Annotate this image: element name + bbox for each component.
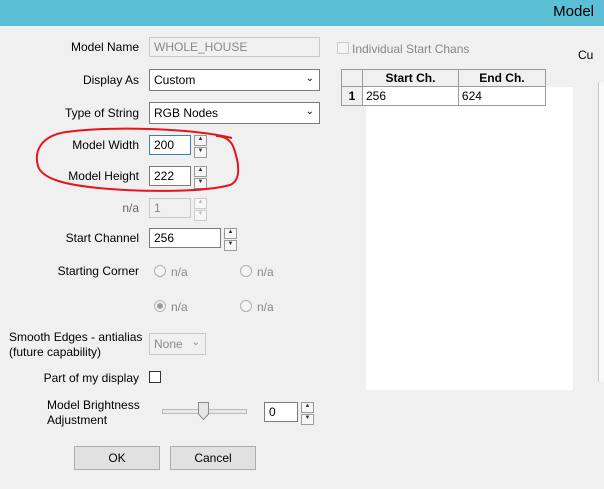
chevron-down-icon: ⌄ <box>305 73 314 84</box>
grid-header-row: Start Ch. End Ch. <box>341 69 547 87</box>
brightness-label: Model Brightness <box>47 398 140 412</box>
grid-header-end[interactable]: End Ch. <box>457 69 547 87</box>
brightness-input[interactable]: 0 <box>264 402 298 422</box>
grid-corner[interactable] <box>341 69 363 87</box>
corner-radio-label: n/a <box>171 265 188 279</box>
corner-radio-bottom-right[interactable] <box>240 300 252 312</box>
display-as-label: Display As <box>82 73 139 87</box>
cancel-button[interactable]: Cancel <box>170 446 256 470</box>
right-panel-edge <box>598 82 604 382</box>
corner-radio-label: n/a <box>257 265 274 279</box>
title-bar: Model <box>0 0 604 26</box>
individual-start-chans-label: Individual Start Chans <box>352 42 470 56</box>
smooth-edges-select: None ⌄ <box>149 333 206 355</box>
chevron-down-icon: ⌄ <box>305 106 314 117</box>
type-of-string-label: Type of String <box>64 106 139 120</box>
chevron-down-icon: ⌄ <box>191 337 200 348</box>
annotation-circle <box>35 127 240 192</box>
start-channel-label: Start Channel <box>65 231 139 245</box>
spin-down-icon[interactable]: ▼ <box>301 414 314 425</box>
na-input: 1 <box>149 198 191 218</box>
display-as-select[interactable]: Custom ⌄ <box>149 69 320 91</box>
right-panel-label: Cu <box>578 48 594 62</box>
part-of-display-label: Part of my display <box>43 371 139 385</box>
grid-row-header[interactable]: 1 <box>341 86 363 106</box>
table-row: 1 256 624 <box>341 86 547 106</box>
type-of-string-select[interactable]: RGB Nodes ⌄ <box>149 102 320 124</box>
brightness-slider-thumb[interactable] <box>198 402 209 420</box>
na-label: n/a <box>122 201 139 215</box>
start-channel-spinner[interactable]: ▲ ▼ <box>224 228 237 251</box>
corner-radio-top-left[interactable] <box>154 265 166 277</box>
model-name-input[interactable]: WHOLE_HOUSE <box>149 37 320 57</box>
window-title: Model <box>553 3 594 20</box>
corner-radio-bottom-left[interactable] <box>154 300 166 312</box>
corner-radio-label: n/a <box>257 300 274 314</box>
brightness-sublabel: Adjustment <box>47 413 108 427</box>
grid-header-start[interactable]: Start Ch. <box>362 69 459 87</box>
channels-grid[interactable]: Start Ch. End Ch. 1 256 624 <box>341 69 547 106</box>
spin-up-icon[interactable]: ▲ <box>224 228 237 239</box>
smooth-edges-sublabel: (future capability) <box>9 345 102 359</box>
start-channel-input[interactable]: 256 <box>149 228 221 248</box>
smooth-edges-value: None <box>154 337 183 351</box>
starting-corner-label: Starting Corner <box>57 264 139 278</box>
na-spinner: ▲ ▼ <box>194 198 207 221</box>
part-of-display-checkbox[interactable] <box>149 371 161 383</box>
spin-down-icon: ▼ <box>194 210 207 221</box>
corner-radio-top-right[interactable] <box>240 265 252 277</box>
model-name-label: Model Name <box>70 40 139 54</box>
smooth-edges-label: Smooth Edges - antialias <box>9 330 143 344</box>
type-of-string-value: RGB Nodes <box>154 106 219 120</box>
grid-cell-start[interactable]: 256 <box>362 86 459 106</box>
individual-start-chans-checkbox <box>337 42 349 54</box>
corner-radio-label: n/a <box>171 300 188 314</box>
ok-button[interactable]: OK <box>74 446 160 470</box>
spin-up-icon[interactable]: ▲ <box>301 402 314 413</box>
brightness-spinner[interactable]: ▲ ▼ <box>301 402 314 425</box>
grid-background <box>366 87 573 390</box>
display-as-value: Custom <box>154 73 196 87</box>
spin-down-icon[interactable]: ▼ <box>224 240 237 251</box>
grid-cell-end[interactable]: 624 <box>457 86 547 106</box>
